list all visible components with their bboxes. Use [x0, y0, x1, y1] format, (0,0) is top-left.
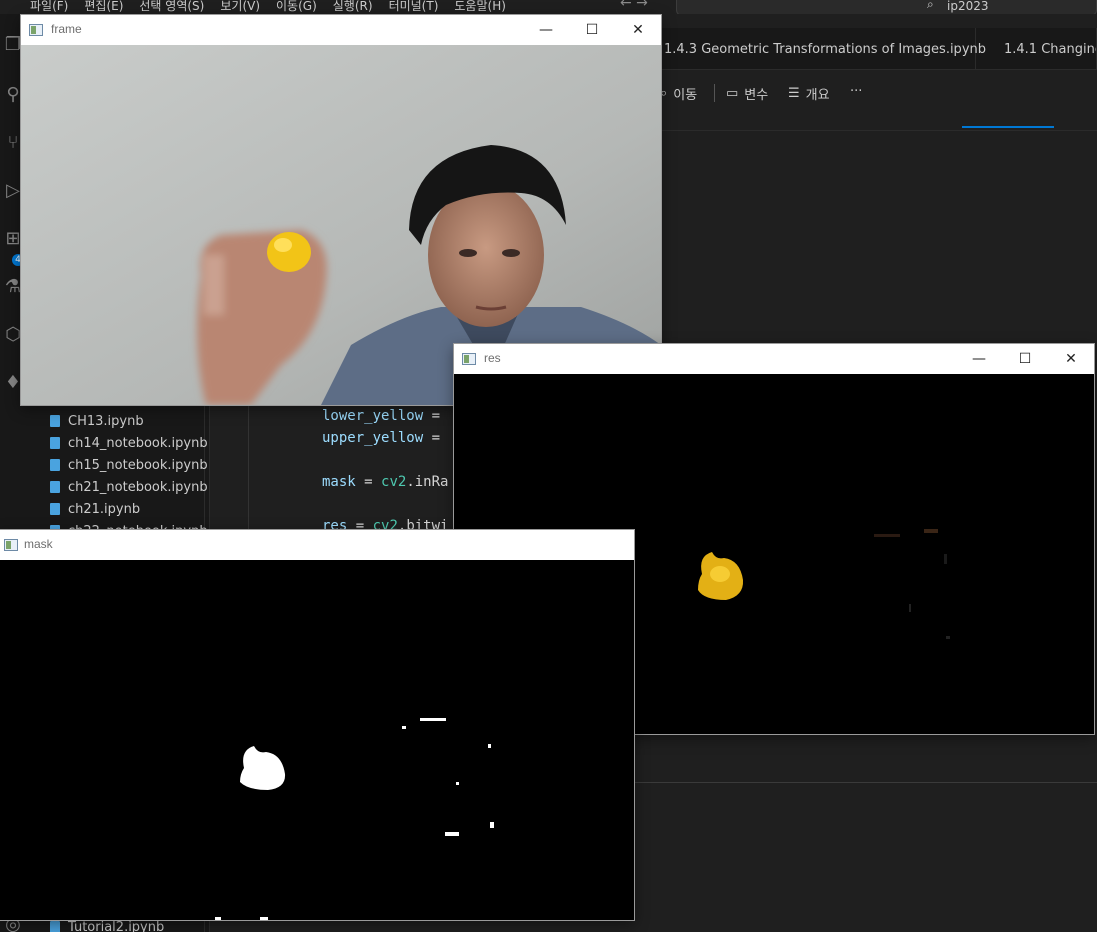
- mask-window-title: mask: [24, 537, 53, 551]
- variables-icon: ▭: [726, 86, 739, 101]
- notebook-icon: [50, 459, 60, 471]
- outline-button[interactable]: ☰ 개요: [788, 84, 830, 103]
- minimize-button[interactable]: —: [956, 344, 1002, 374]
- search-icon: ⌕: [927, 0, 934, 11]
- code-line[interactable]: mask = cv2.inRa: [322, 474, 448, 490]
- mask-titlebar[interactable]: mask: [0, 530, 634, 560]
- notebook-icon: [50, 481, 60, 493]
- variables-label: 변수: [744, 88, 769, 103]
- more-actions-icon: ···: [850, 84, 863, 99]
- file-label: ch21.ipynb: [68, 501, 141, 517]
- mask-window[interactable]: mask: [0, 530, 634, 920]
- more-actions-button[interactable]: ···: [850, 84, 862, 99]
- notebook-icon: [50, 921, 60, 932]
- notebook-icon: [50, 503, 60, 515]
- command-center-text: ip2023: [947, 0, 989, 13]
- file-label: ch21_notebook.ipynb: [68, 479, 208, 495]
- file-item[interactable]: ch15_notebook.ipynb: [50, 454, 208, 476]
- code-token: =: [423, 430, 441, 446]
- minimize-button[interactable]: —: [523, 15, 569, 45]
- menu-item[interactable]: 실행(R): [333, 0, 373, 14]
- file-item[interactable]: ch21_notebook.ipynb: [50, 476, 208, 498]
- code-token: mask: [322, 474, 356, 490]
- maximize-button[interactable]: ☐: [1002, 344, 1048, 374]
- active-tab-indicator: [962, 126, 1054, 128]
- goto-icon: ⌕: [660, 86, 668, 101]
- code-line[interactable]: upper_yellow =: [322, 430, 440, 446]
- maximize-button[interactable]: ☐: [569, 15, 615, 45]
- code-token: lower_yellow: [322, 408, 424, 424]
- goto-label: 이동: [673, 88, 698, 103]
- file-item[interactable]: ch21.ipynb: [50, 498, 140, 520]
- file-label: CH13.ipynb: [68, 413, 144, 429]
- menu-item[interactable]: 보기(V): [220, 0, 260, 14]
- toolbar-separator: [714, 84, 715, 102]
- notebook-icon: [50, 415, 60, 427]
- window-app-icon: [29, 24, 43, 36]
- file-label: ch14_notebook.ipynb: [68, 435, 208, 451]
- tab-changing[interactable]: 1.4.1 Changing: [986, 28, 1097, 70]
- code-token: =: [423, 408, 441, 424]
- res-window-title: res: [484, 351, 501, 365]
- variables-button[interactable]: ▭ 변수: [726, 84, 768, 103]
- code-token: =: [355, 474, 382, 490]
- outline-icon: ☰: [788, 86, 800, 101]
- outline-label: 개요: [805, 88, 830, 103]
- code-line[interactable]: lower_yellow =: [322, 408, 440, 424]
- binary-mask-image: [0, 560, 634, 920]
- menu-item[interactable]: 도움말(H): [454, 0, 506, 14]
- menu-item[interactable]: 이동(G): [276, 0, 317, 14]
- panel-border: [635, 782, 1097, 783]
- window-app-icon: [4, 539, 18, 551]
- file-label: Tutorial2.ipynb: [68, 919, 165, 932]
- close-button[interactable]: ✕: [615, 15, 661, 45]
- file-item[interactable]: CH13.ipynb: [50, 410, 144, 432]
- menu-item[interactable]: 편집(E): [84, 0, 123, 14]
- frame-window-title: frame: [51, 22, 82, 36]
- code-token: .inRa: [406, 474, 449, 490]
- menu-items: 파일(F) 편집(E) 선택 영역(S) 보기(V) 이동(G) 실행(R) 터미널(T) 도…: [30, 0, 506, 14]
- menu-item[interactable]: 터미널(T): [389, 0, 439, 14]
- menu-item[interactable]: 파일(F): [30, 0, 68, 14]
- code-token: cv2: [381, 474, 407, 490]
- notebook-icon: [50, 437, 60, 449]
- window-app-icon: [462, 353, 476, 365]
- frame-titlebar[interactable]: frame — ☐ ✕: [21, 15, 661, 45]
- tab-label: 1.4.3 Geometric Transformations of Image…: [664, 41, 986, 57]
- menu-bar: 파일(F) 편집(E) 선택 영역(S) 보기(V) 이동(G) 실행(R) 터미널(T) 도…: [0, 0, 1097, 16]
- res-titlebar[interactable]: res — ☐ ✕: [454, 344, 1094, 374]
- file-item[interactable]: ch14_notebook.ipynb: [50, 432, 208, 454]
- menu-item[interactable]: 선택 영역(S): [139, 0, 204, 14]
- nav-arrows[interactable]: ← →: [620, 0, 648, 11]
- file-label: ch15_notebook.ipynb: [68, 457, 208, 473]
- mask-image: [0, 560, 634, 920]
- close-button[interactable]: ✕: [1048, 344, 1094, 374]
- tab-geometric-transformations[interactable]: 1.4.3 Geometric Transformations of Image…: [646, 28, 986, 70]
- goto-button[interactable]: ⌕ 이동: [660, 84, 697, 103]
- tab-label: 1.4.1 Changing: [1004, 41, 1097, 57]
- code-token: upper_yellow: [322, 430, 424, 446]
